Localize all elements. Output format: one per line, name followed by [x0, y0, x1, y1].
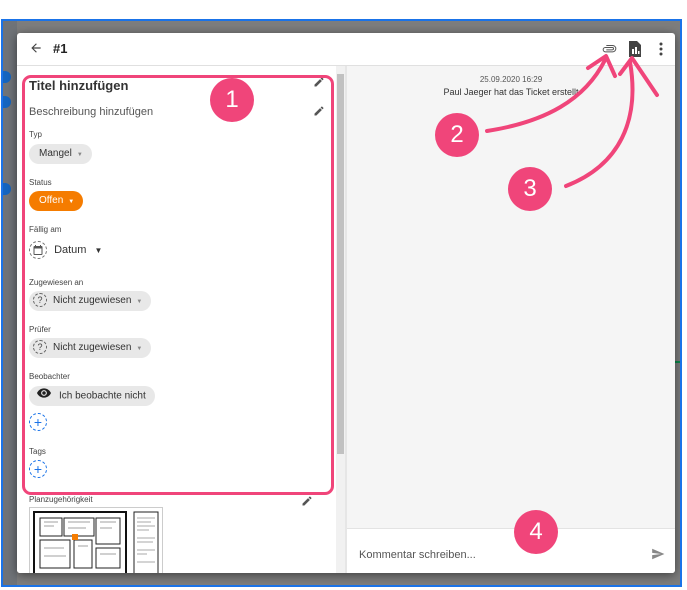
dialog-toolbar: #1	[17, 33, 675, 66]
back-arrow-icon[interactable]	[29, 41, 45, 57]
callout-badge-4: 4	[514, 510, 558, 554]
background-sidebar	[3, 21, 17, 585]
ticket-dialog: #1 Titel hinzufügen Beschreibung hinzufü…	[17, 33, 675, 573]
background-marker	[3, 71, 11, 83]
activity-pane	[347, 66, 675, 573]
callout-badge-1: 1	[210, 78, 254, 122]
background-marker	[3, 183, 11, 195]
scrollbar-thumb[interactable]	[337, 74, 344, 454]
callout-badge-2: 2	[435, 113, 479, 157]
callout-frame-1	[22, 75, 334, 495]
edit-plan-icon[interactable]	[301, 494, 313, 506]
details-scrollbar[interactable]	[336, 66, 345, 573]
activity-message: Paul Jaeger hat das Ticket erstellt	[443, 87, 579, 97]
callout-badge-3: 3	[508, 167, 552, 211]
pdf-export-icon[interactable]	[628, 41, 644, 57]
paperclip-icon[interactable]	[602, 41, 618, 57]
app-background: #1 Titel hinzufügen Beschreibung hinzufü…	[1, 19, 682, 587]
send-icon[interactable]	[651, 547, 665, 561]
comment-box: Kommentar schreiben...	[347, 528, 675, 573]
comment-input[interactable]: Kommentar schreiben...	[359, 549, 476, 561]
ticket-number: #1	[53, 41, 68, 56]
more-vert-icon[interactable]	[653, 41, 669, 57]
activity-timestamp: 25.09.2020 16:29	[479, 75, 543, 84]
background-marker	[3, 96, 11, 108]
plan-label: Planzugehörigkeit	[29, 495, 93, 504]
floor-plan-thumbnail[interactable]	[29, 507, 163, 573]
